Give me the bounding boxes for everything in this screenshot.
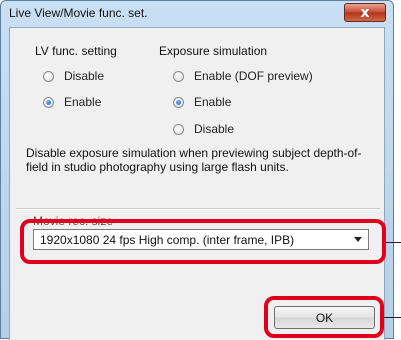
title-bar[interactable]: Live View/Movie func. set. x [1,1,393,27]
exposure-sim-dof-option[interactable]: Enable (DOF preview) [173,68,313,84]
exposure-sim-dof-radio[interactable] [173,70,184,82]
lv-func-enable-label: Enable [64,95,102,109]
lv-func-disable-option[interactable]: Disable [43,68,104,84]
chevron-down-icon[interactable] [354,237,362,242]
exposure-sim-dof-label: Enable (DOF preview) [194,69,313,83]
exposure-sim-enable-option[interactable]: Enable [173,94,231,110]
movie-rec-size-label: Movie rec. size [33,214,114,228]
lv-func-enable-radio[interactable] [43,96,54,108]
exposure-sim-heading: Exposure simulation [159,44,268,58]
movie-rec-size-select[interactable]: 1920x1080 24 fps High comp. (inter frame… [33,229,369,250]
exposure-sim-disable-label: Disable [194,122,235,136]
exposure-sim-disable-radio[interactable] [173,123,184,135]
lv-func-disable-label: Disable [64,69,105,83]
ok-button[interactable]: OK [274,306,375,329]
separator [16,208,380,210]
close-icon: x [360,4,370,21]
exposure-sim-enable-label: Enable [194,95,232,109]
ok-button-pointer-line [384,317,401,318]
window-title: Live View/Movie func. set. [9,6,148,20]
dialog-content: LV func. setting Disable Enable Exposure… [9,27,385,340]
lv-func-disable-radio[interactable] [43,70,54,82]
movie-size-pointer-line [386,242,401,243]
lv-func-heading: LV func. setting [35,44,117,58]
close-button[interactable]: x [344,3,386,22]
exposure-sim-note: Disable exposure simulation when preview… [26,146,362,174]
lv-func-enable-option[interactable]: Enable [43,94,101,110]
exposure-sim-disable-option[interactable]: Disable [173,121,234,137]
movie-rec-size-value: 1920x1080 24 fps High comp. (inter frame… [40,232,295,247]
dialog-window: Live View/Movie func. set. x LV func. se… [0,0,394,340]
exposure-sim-enable-radio[interactable] [173,96,184,108]
